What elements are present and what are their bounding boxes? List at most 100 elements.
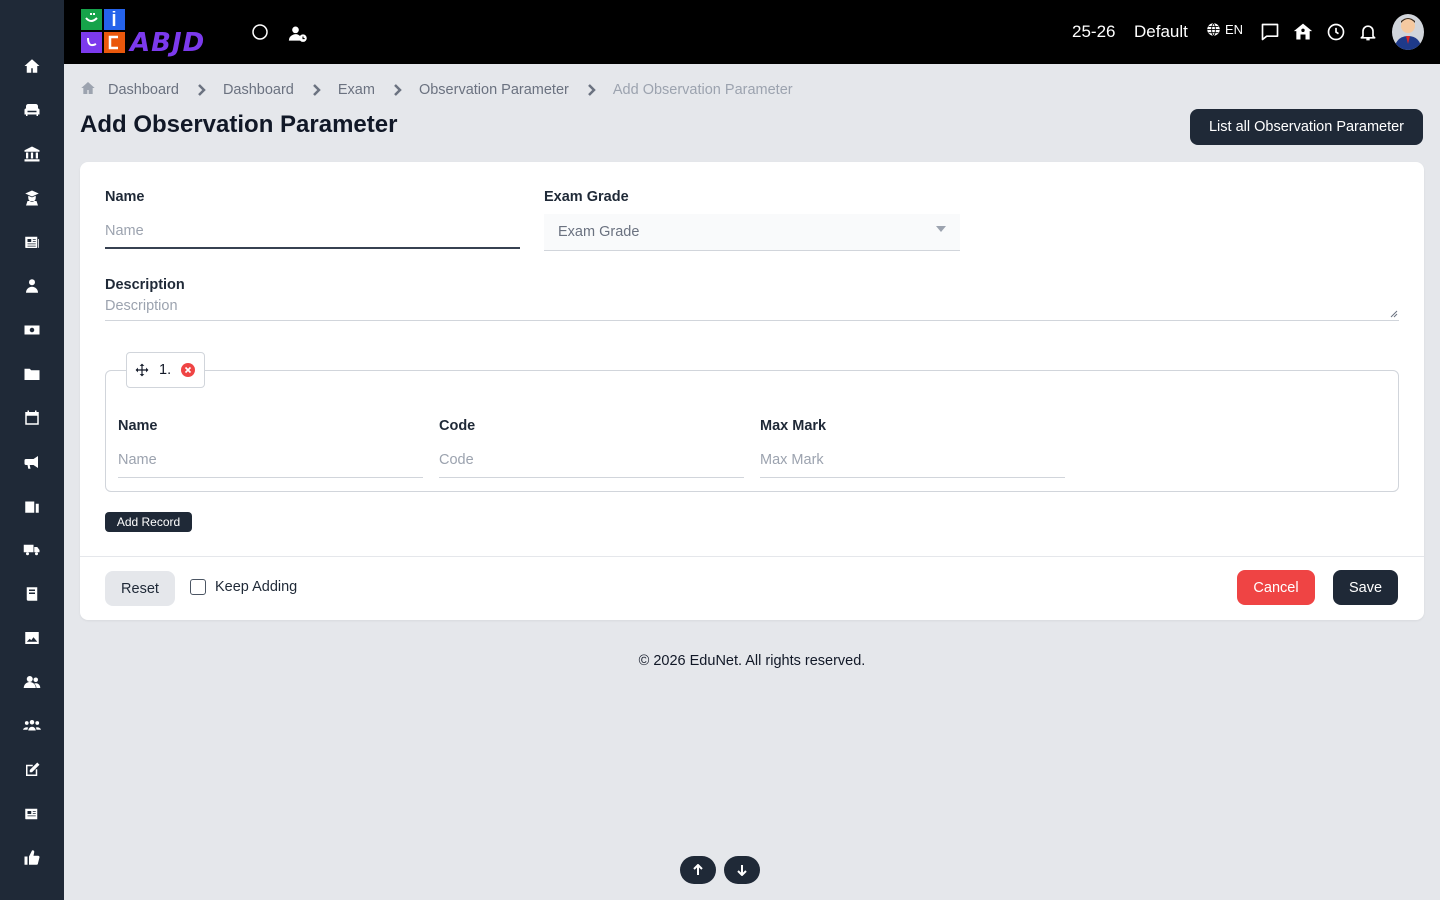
home-icon <box>81 82 95 94</box>
record-legend: 1. <box>126 352 205 388</box>
record-code-label: Code <box>439 418 476 434</box>
sidebar-item-gallery[interactable] <box>0 620 64 656</box>
sidebar-item-feedback[interactable] <box>0 840 64 876</box>
name-input[interactable]: Name <box>105 214 520 249</box>
users-icon <box>23 676 41 688</box>
messages-button[interactable] <box>1258 20 1282 44</box>
reset-button[interactable]: Reset <box>105 571 175 606</box>
language-label: EN <box>1225 22 1244 37</box>
megaphone-icon <box>24 456 38 469</box>
keep-adding-toggle[interactable]: Keep Adding <box>190 579 297 595</box>
chevron-right-icon <box>585 84 597 96</box>
arrow-down-icon <box>737 865 747 876</box>
user-clock-button[interactable] <box>286 22 310 46</box>
graduate-icon <box>25 190 39 206</box>
sofa-icon <box>24 104 40 116</box>
sidebar-item-files[interactable] <box>0 356 64 392</box>
newspaper-icon <box>25 808 38 820</box>
clock-icon <box>1327 23 1345 41</box>
record-name-input[interactable]: Name <box>118 443 423 478</box>
people-group-icon <box>23 720 41 731</box>
globe-icon <box>1207 22 1220 37</box>
sidebar-item-health[interactable] <box>0 488 64 524</box>
news-icon <box>25 236 39 248</box>
sidebar-item-calendar[interactable] <box>0 400 64 436</box>
chevron-right-icon <box>310 84 322 96</box>
description-label: Description <box>105 277 185 293</box>
form-card: Name Name Exam Grade Exam Grade Descript… <box>80 162 1424 620</box>
keep-adding-checkbox[interactable] <box>190 579 206 595</box>
add-record-button[interactable]: Add Record <box>105 512 192 532</box>
breadcrumb-link[interactable]: Dashboard <box>223 82 294 98</box>
sidebar-item-groups[interactable] <box>0 708 64 744</box>
record-max-mark-input[interactable]: Max Mark <box>760 443 1065 478</box>
profile-selector[interactable]: Default <box>1134 22 1188 42</box>
user-tie-icon <box>26 279 38 293</box>
chevron-right-icon <box>391 84 403 96</box>
name-label: Name <box>105 189 145 205</box>
history-button[interactable] <box>1324 20 1348 44</box>
school-icon <box>1293 23 1313 40</box>
sidebar-item-staff[interactable] <box>0 268 64 304</box>
user-clock-icon <box>288 26 307 42</box>
caret-down-icon <box>936 226 946 232</box>
record-name-placeholder: Name <box>118 452 157 468</box>
sidebar-item-news[interactable] <box>0 224 64 260</box>
bell-icon <box>1360 25 1376 41</box>
sidebar-item-reports[interactable] <box>0 796 64 832</box>
cancel-button[interactable]: Cancel <box>1237 570 1315 605</box>
topbar: ABJD 25-26 Default EN <box>64 0 1440 64</box>
list-all-button[interactable]: List all Observation Parameter <box>1190 109 1423 145</box>
scroll-down-button[interactable] <box>724 856 760 884</box>
message-icon <box>1261 23 1279 41</box>
avatar[interactable] <box>1392 14 1424 50</box>
hospital-icon <box>25 501 39 513</box>
session-selector[interactable]: 25-26 <box>1072 22 1115 42</box>
user-avatar-icon <box>1392 14 1424 50</box>
logo[interactable]: ABJD <box>80 8 225 58</box>
sidebar-item-home[interactable] <box>0 48 64 84</box>
breadcrumb-link[interactable]: Exam <box>338 82 375 98</box>
language-selector[interactable]: EN <box>1206 22 1243 37</box>
sidebar-item-fees[interactable] <box>0 312 64 348</box>
sidebar-item-graduate[interactable] <box>0 180 64 216</box>
calendar-icon <box>25 410 39 425</box>
folder-icon <box>24 368 40 380</box>
sidebar-item-users[interactable] <box>0 664 64 700</box>
record-code-input[interactable]: Code <box>439 443 744 478</box>
sidebar-item-library[interactable] <box>0 576 64 612</box>
record-max-mark-placeholder: Max Mark <box>760 452 824 468</box>
scroll-up-button[interactable] <box>680 856 716 884</box>
home-school-button[interactable] <box>1291 20 1315 44</box>
home-icon <box>24 59 40 73</box>
notifications-button[interactable] <box>1356 20 1380 44</box>
name-placeholder: Name <box>105 222 144 239</box>
breadcrumb-link[interactable]: Dashboard <box>108 82 179 98</box>
keep-adding-label: Keep Adding <box>215 579 298 595</box>
resize-handle-icon[interactable] <box>1390 310 1398 318</box>
drag-handle-icon[interactable] <box>135 363 149 377</box>
save-button[interactable]: Save <box>1333 570 1398 605</box>
remove-record-icon[interactable] <box>181 363 196 377</box>
chevron-right-icon <box>195 84 207 96</box>
arrow-up-icon <box>693 864 703 875</box>
record-max-mark-label: Max Mark <box>760 418 827 434</box>
record-index: 1. <box>159 362 172 378</box>
breadcrumb-link[interactable]: Observation Parameter <box>419 82 569 98</box>
theme-toggle[interactable] <box>248 20 272 44</box>
breadcrumb-home[interactable] <box>80 80 108 100</box>
exam-grade-label: Exam Grade <box>544 189 629 205</box>
sidebar-item-edit[interactable] <box>0 752 64 788</box>
logo-text: ABJD <box>130 28 206 58</box>
thumbs-up-icon <box>24 850 40 865</box>
circle-icon <box>252 24 268 40</box>
exam-grade-select[interactable]: Exam Grade <box>544 214 960 251</box>
sidebar-item-transport[interactable] <box>0 532 64 568</box>
sidebar-item-institution[interactable] <box>0 136 64 172</box>
sidebar-item-sofa[interactable] <box>0 92 64 128</box>
sidebar-item-announcements[interactable] <box>0 444 64 480</box>
record-name-label: Name <box>118 418 158 434</box>
description-textarea[interactable]: Description <box>105 298 1399 321</box>
description-placeholder: Description <box>105 298 178 314</box>
exam-grade-placeholder: Exam Grade <box>558 224 640 240</box>
